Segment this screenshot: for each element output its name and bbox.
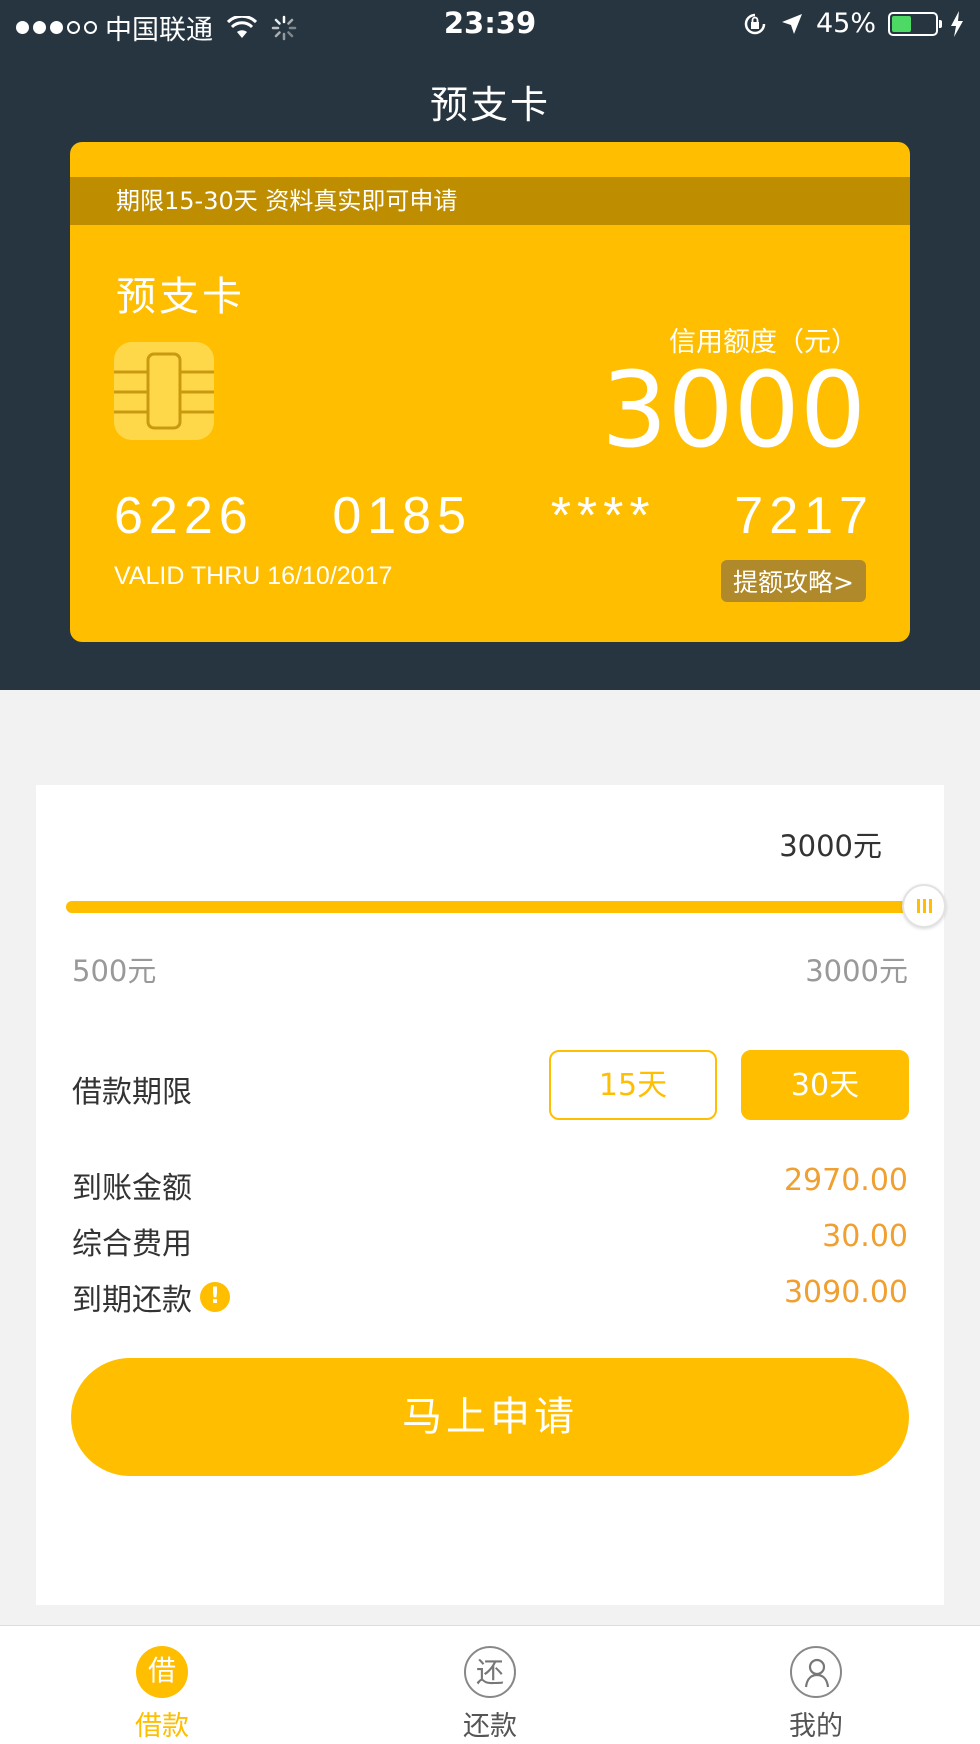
- fee-label-with-info: 到期还款 !: [72, 1275, 230, 1319]
- location-arrow-icon: [781, 13, 802, 34]
- fee-label: 到账金额: [72, 1171, 192, 1206]
- slider-current-value: 3000元: [779, 829, 882, 863]
- person-icon: [790, 1646, 842, 1698]
- charging-bolt-icon: [951, 10, 963, 37]
- page-title: 预支卡: [429, 83, 550, 127]
- repay-icon: 还: [464, 1646, 516, 1698]
- orientation-lock-icon: [744, 13, 766, 34]
- slider-thumb[interactable]: [902, 884, 946, 928]
- fee-value: 2970.00: [783, 1163, 908, 1198]
- tab-borrow[interactable]: 借 借款: [62, 1626, 262, 1744]
- tab-label: 我的: [789, 1711, 843, 1742]
- card-number-group: ****: [550, 487, 656, 545]
- term-option-15-days[interactable]: 15天: [549, 1050, 717, 1120]
- slider-fill: [66, 901, 924, 913]
- card-banner: 期限15-30天 资料真实即可申请: [70, 177, 910, 225]
- battery-icon: [888, 11, 942, 36]
- fee-value: 3090.00: [783, 1275, 908, 1310]
- fee-label-text: 到期还款: [72, 1283, 192, 1318]
- battery-percent: 45%: [815, 8, 876, 39]
- header-area: 中国联通 23:39 45% 预支卡 期限15-30天 资料真实即可申请 预支卡…: [0, 0, 980, 690]
- term-option-30-days[interactable]: 30天: [741, 1050, 909, 1120]
- slider-max-label: 3000元: [805, 954, 908, 988]
- fee-row-charges: 综合费用 30.00: [72, 1219, 908, 1263]
- tab-label: 还款: [463, 1711, 517, 1742]
- status-right: 45%: [742, 8, 964, 39]
- borrow-icon: 借: [136, 1646, 188, 1698]
- fee-value: 30.00: [822, 1219, 908, 1254]
- credit-limit-amount: 3000: [601, 349, 866, 471]
- card-number-group: 7217: [734, 487, 874, 545]
- fee-row-repayment: 到期还款 ! 3090.00: [72, 1275, 908, 1319]
- loan-panel: 3000元 500元 3000元 借款期限 15天 30天 到账金额 2970.…: [36, 785, 946, 1605]
- valid-thru: VALID THRU 16/10/2017: [114, 562, 393, 590]
- tab-repay[interactable]: 还 还款: [390, 1626, 590, 1744]
- slider-min-label: 500元: [72, 954, 157, 988]
- prepaid-card: 期限15-30天 资料真实即可申请 预支卡 信用额度（元） 3000 6226 …: [70, 142, 910, 642]
- credit-tips-button[interactable]: 提额攻略>: [721, 560, 866, 602]
- card-name: 预支卡: [116, 274, 245, 320]
- tab-bar: 借 借款 还 还款 我的: [0, 1625, 980, 1744]
- tab-mine[interactable]: 我的: [716, 1626, 916, 1744]
- battery-fill: [892, 15, 911, 32]
- fee-label: 综合费用: [72, 1227, 192, 1262]
- tab-label: 借款: [135, 1711, 189, 1742]
- apply-now-button[interactable]: 马上申请: [71, 1358, 909, 1476]
- loan-term-label: 借款期限: [72, 1075, 192, 1110]
- card-number-group: 0185: [332, 487, 473, 545]
- info-icon[interactable]: !: [200, 1282, 230, 1312]
- fee-row-received: 到账金额 2970.00: [72, 1163, 908, 1207]
- card-number: 6226 0185 **** 7217: [114, 486, 874, 546]
- card-number-group: 6226: [114, 487, 254, 545]
- chip-icon: [114, 342, 214, 440]
- status-bar: 中国联通 23:39 45%: [0, 0, 980, 50]
- amount-slider[interactable]: [66, 884, 946, 928]
